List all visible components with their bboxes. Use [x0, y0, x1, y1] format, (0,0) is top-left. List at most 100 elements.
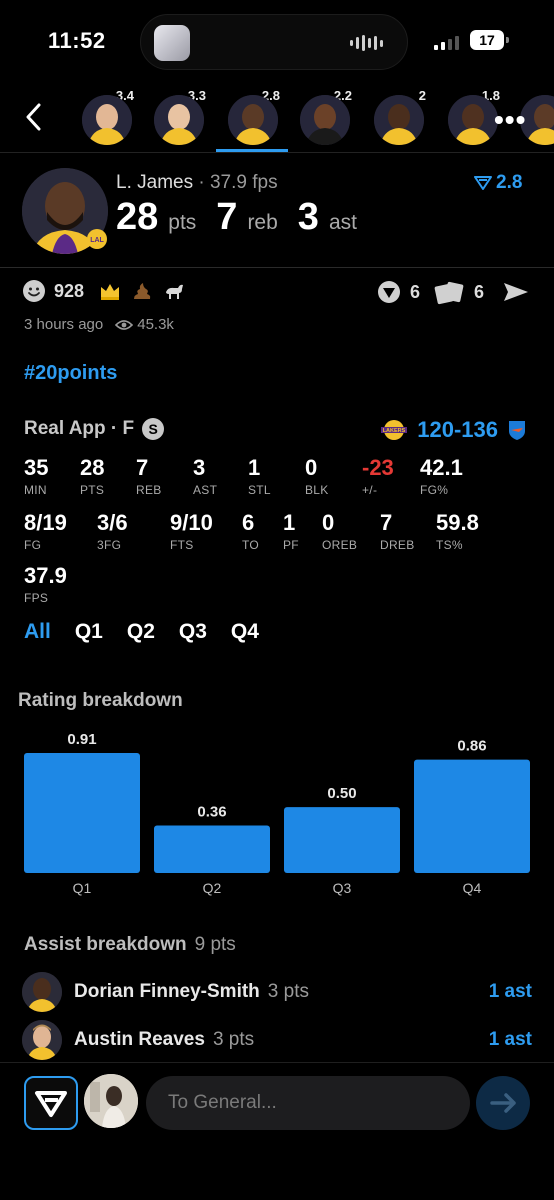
cellular-signal-icon — [434, 34, 459, 50]
stat-label: PF — [283, 538, 299, 552]
eye-icon — [115, 319, 134, 330]
stat-cell: 7 REB — [136, 455, 162, 497]
ast-value: 3 — [297, 196, 319, 238]
stat-label: FG — [24, 538, 42, 552]
bar-value-label: 0.50 — [327, 785, 356, 802]
bar-q4 — [414, 759, 530, 873]
stat-cell: 6 TO — [242, 510, 259, 552]
stat-label: TO — [242, 538, 260, 552]
stat-cell: -23 +/- — [362, 455, 394, 497]
app-logo-icon — [35, 1091, 67, 1117]
stat-cell: 37.9 FPS — [24, 563, 67, 605]
tab-q2[interactable]: Q2 — [127, 620, 155, 644]
game-league: Real App · F S — [24, 418, 165, 440]
svg-text:LAL: LAL — [90, 237, 104, 244]
back-chevron-icon[interactable] — [20, 100, 50, 134]
player-strip-avatar — [448, 95, 498, 145]
tab-all[interactable]: All — [24, 620, 51, 644]
tab-q1[interactable]: Q1 — [75, 620, 103, 644]
player-name-line: L. James · 37.9 fps — [116, 172, 278, 194]
bar-q1 — [24, 753, 140, 873]
player-strip-avatar — [154, 95, 204, 145]
battery-icon: 17 — [470, 30, 504, 50]
send-button[interactable] — [476, 1076, 530, 1130]
bar-value-label: 0.86 — [457, 738, 486, 755]
stat-value: 6 — [242, 510, 255, 535]
post-meta: 3 hours ago 45.3k — [24, 316, 174, 333]
poop-emoji-icon[interactable] — [130, 279, 154, 303]
rating-breakdown-chart: 0.91 Q1 0.36 Q2 0.50 Q3 0.86 Q4 — [24, 731, 530, 896]
assist-total: 9 pts — [194, 934, 236, 955]
stat-cell: 42.1 FG% — [420, 455, 463, 497]
assist-player-avatar — [22, 972, 62, 1012]
stat-value: 0 — [305, 455, 318, 480]
user-avatar[interactable] — [84, 1074, 138, 1128]
assist-player-ast: 1 ast — [488, 981, 532, 1002]
audio-waveform-icon — [350, 35, 383, 51]
game-score[interactable]: LAKERS 120-136 — [379, 417, 528, 443]
reaction-count: 928 — [54, 280, 85, 301]
stat-cell: 3 AST — [193, 455, 217, 497]
stat-value: 0 — [322, 510, 335, 535]
app-logo-button[interactable] — [24, 1076, 78, 1130]
stat-cell: 3/6 3FG — [97, 510, 128, 552]
player-fps: · 37.9 fps — [198, 172, 278, 193]
stat-label: +/- — [362, 483, 378, 497]
goat-emoji-icon[interactable] — [162, 279, 186, 303]
assist-row[interactable]: Austin Reaves 3 pts 1 ast — [22, 1020, 532, 1060]
tab-q4[interactable]: Q4 — [231, 620, 259, 644]
x-tick-label: Q2 — [203, 880, 222, 896]
reb-label: reb — [247, 211, 278, 234]
view-count: 45.3k — [137, 316, 174, 333]
stat-label: TS% — [436, 538, 463, 552]
assist-player-pts: 3 pts — [212, 1029, 255, 1050]
player-strip-avatar — [82, 95, 132, 145]
x-tick-label: Q1 — [73, 880, 92, 896]
svg-text:LAKERS: LAKERS — [383, 428, 406, 434]
battery-tip — [506, 37, 509, 43]
prediction-icon[interactable] — [376, 279, 402, 305]
cards-icon[interactable] — [434, 279, 466, 305]
player-strip-avatar — [228, 95, 278, 145]
stat-label: STL — [248, 483, 271, 497]
player-rating[interactable]: 2.8 — [474, 172, 522, 194]
score-text: 120-136 — [417, 417, 498, 442]
tab-q3[interactable]: Q3 — [179, 620, 207, 644]
stat-value: 42.1 — [420, 455, 463, 480]
stat-label: MIN — [24, 483, 47, 497]
assist-player-name: Dorian Finney-Smith — [74, 981, 260, 1002]
more-options-icon[interactable]: ••• — [494, 104, 526, 136]
player-name[interactable]: L. James — [116, 172, 193, 193]
period-tabs: All Q1 Q2 Q3 Q4 — [24, 620, 259, 644]
stat-label: REB — [136, 483, 162, 497]
send-arrow-icon — [490, 1093, 516, 1113]
rating-value: 2.8 — [496, 172, 523, 193]
ast-label: ast — [328, 211, 357, 234]
assist-row[interactable]: Dorian Finney-Smith 3 pts 1 ast — [22, 972, 532, 1012]
share-icon[interactable] — [502, 279, 530, 305]
stat-cell: 35 MIN — [24, 455, 48, 497]
stat-cell: 1 PF — [283, 510, 299, 552]
stat-cell: 0 OREB — [322, 510, 357, 552]
divider — [0, 152, 554, 153]
league-label: Real App · F — [24, 418, 135, 439]
message-input[interactable] — [146, 1076, 470, 1130]
sport-badge: S — [142, 418, 165, 440]
stat-label: FTS — [170, 538, 194, 552]
divider — [0, 267, 554, 268]
post-actions: 6 6 — [376, 279, 530, 305]
assist-player-avatar — [22, 1020, 62, 1060]
stat-value: 3/6 — [97, 510, 128, 535]
stat-cell: 8/19 FG — [24, 510, 67, 552]
team-logo-icon: LAL — [87, 229, 107, 249]
crown-emoji-icon[interactable] — [98, 279, 122, 303]
smiley-reaction-icon[interactable] — [22, 279, 46, 303]
stat-label: AST — [193, 483, 218, 497]
hashtag-link[interactable]: #20points — [24, 362, 117, 385]
reb-value: 7 — [216, 196, 238, 238]
stat-value: 35 — [24, 455, 49, 480]
now-playing-app-icon — [154, 25, 190, 61]
assist-title: Assist breakdown — [24, 934, 187, 955]
stat-label: BLK — [305, 483, 329, 497]
assist-breakdown-header: Assist breakdown 9 pts — [24, 934, 236, 956]
